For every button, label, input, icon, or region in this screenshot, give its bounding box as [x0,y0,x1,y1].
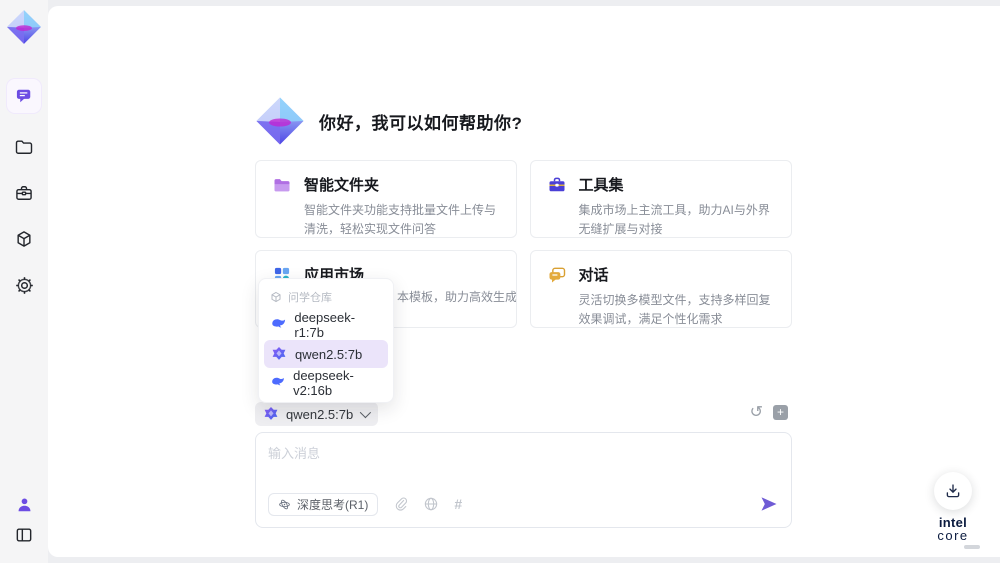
folder-icon [15,140,33,154]
globe-icon[interactable] [423,496,439,512]
model-dropdown: 问学仓库 deepseek-r1:7b qwen2.5:7b deepseek-… [258,278,394,403]
card-title: 对话 [578,267,609,284]
intel-product-text: core [937,528,969,543]
download-icon [946,484,960,498]
sidebar-item-chat[interactable] [7,79,41,113]
toolset-icon [549,177,564,191]
card-title: 智能文件夹 [304,177,380,194]
card-title: 工具集 [578,177,624,194]
send-button[interactable] [759,494,779,514]
sidebar-item-settings[interactable] [7,268,41,302]
sidebar-item-folders[interactable] [7,130,41,164]
message-input[interactable] [268,443,778,483]
model-option-qwen[interactable]: qwen2.5:7b [264,340,388,368]
content-column: 你好，我可以如何帮助你? 智能文件夹 智能文件夹功能支持批量文件上传与清洗，轻松… [255,6,792,557]
card-desc: 灵活切换多模型文件，支持多样回复效果调试，满足个性化需求 [578,293,771,326]
sidebar-item-toolbox[interactable] [7,176,41,210]
model-option-deepseek-v2[interactable]: deepseek-v2:16b [264,368,388,398]
model-dropdown-header: 问学仓库 [264,284,388,311]
card-desc: 集成市场上主流工具，助力AI与外界无缝扩展与对接 [578,203,770,236]
model-option-label: deepseek-v2:16b [293,368,354,398]
download-button[interactable] [934,472,972,510]
sidebar-item-models[interactable] [7,222,41,256]
attachment-icon[interactable] [394,496,408,512]
atom-icon [279,499,290,509]
intel-core-badge: intel core [922,516,984,549]
card-smart-folder[interactable]: 智能文件夹 智能文件夹功能支持批量文件上传与清洗，轻松实现文件问答 [255,160,517,238]
chat-icon [16,89,31,103]
model-option-label: deepseek-r1:7b [294,310,356,340]
bottom-right-widgets: intel core [922,472,984,549]
card-desc: 智能文件夹功能支持批量文件上传与清洗，轻松实现文件问答 [304,203,497,236]
chat-toolbar: qwen2.5:7b ↺ + [255,402,792,428]
model-option-label: qwen2.5:7b [295,346,363,362]
main-panel: 你好，我可以如何帮助你? 智能文件夹 智能文件夹功能支持批量文件上传与清洗，轻松… [48,6,1000,557]
app-logo-icon [7,10,41,44]
deepseek-icon [272,319,286,328]
new-chat-icon[interactable]: + [773,404,788,420]
app-logo [5,8,43,46]
hash-icon[interactable]: # [454,496,462,512]
panel-layout-icon [16,528,32,542]
greeting-logo-icon [256,97,304,145]
user-icon [18,497,30,511]
deep-think-label: 深度思考(R1) [297,497,369,512]
model-dropdown-header-label: 问学仓库 [288,292,332,304]
dialogue-icon [549,267,565,282]
smart-folder-icon [274,178,290,191]
intel-badge-subtext [964,545,980,549]
qwen-icon [272,347,286,360]
card-desc-partial: 本模板，助力高效生成多 [397,290,517,304]
greeting: 你好，我可以如何帮助你? [255,96,522,146]
repository-icon [271,291,281,303]
gear-icon [15,276,33,294]
deep-think-toggle[interactable]: 深度思考(R1) [268,492,379,516]
sidebar-item-collapse-panel[interactable] [7,518,41,552]
model-selector-label: qwen2.5:7b [286,406,354,422]
card-toolset[interactable]: 工具集 集成市场上主流工具，助力AI与外界无缝扩展与对接 [529,160,792,238]
model-option-deepseek-r1[interactable]: deepseek-r1:7b [264,310,388,340]
send-icon [761,497,777,511]
cube-icon [17,231,31,247]
history-icon[interactable]: ↺ [750,404,763,420]
message-input-card: 深度思考(R1) # [255,432,792,528]
deepseek-icon [272,377,284,386]
greeting-text: 你好，我可以如何帮助你? [319,113,523,133]
card-dialogue[interactable]: 对话 灵活切换多模型文件，支持多样回复效果调试，满足个性化需求 [529,250,792,328]
sidebar [0,0,48,563]
chevron-down-icon [359,406,372,419]
briefcase-icon [16,186,32,200]
sidebar-item-account[interactable] [7,487,41,521]
model-selector-button[interactable]: qwen2.5:7b [255,402,379,426]
qwen-icon [264,407,278,420]
input-bottom-bar: 深度思考(R1) # [268,492,779,516]
